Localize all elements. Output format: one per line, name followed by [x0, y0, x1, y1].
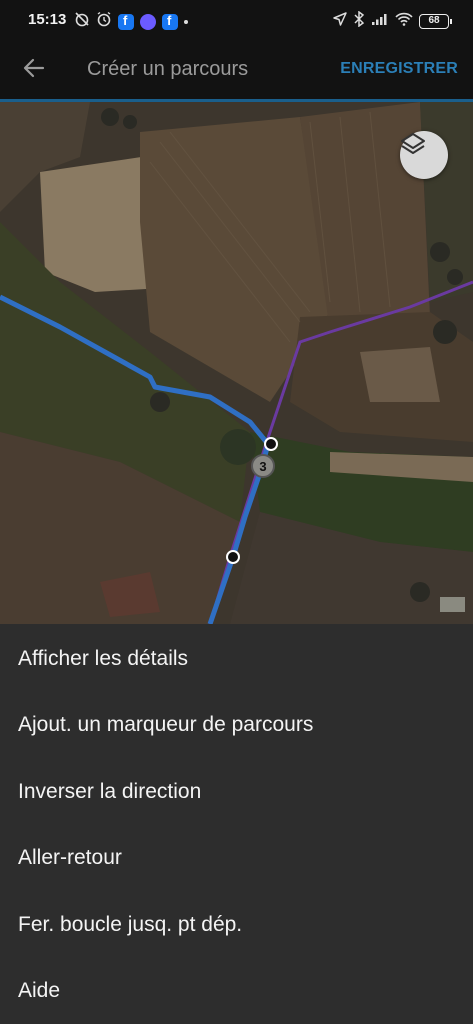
layers-button[interactable]	[400, 131, 448, 179]
page-title: Créer un parcours	[87, 58, 249, 80]
menu-item-show-details[interactable]: Afficher les détails	[0, 626, 473, 692]
save-button[interactable]: ENREGISTRER	[340, 60, 458, 78]
dot-icon	[184, 19, 188, 24]
notification-icons	[74, 11, 188, 32]
menu-item-label: Inverser la direction	[18, 780, 202, 803]
facebook-icon	[162, 13, 178, 30]
alarm-off-icon	[74, 11, 90, 32]
app-bar: Créer un parcours ENREGISTRER	[0, 40, 473, 102]
bluetooth-icon	[353, 10, 365, 32]
waypoint-label: 3	[259, 458, 267, 474]
map-view[interactable]: 3	[0, 102, 473, 624]
menu-item-reverse-direction[interactable]: Inverser la direction	[0, 759, 473, 825]
menu-item-label: Aide	[18, 979, 61, 1002]
menu-item-round-trip[interactable]: Aller-retour	[0, 825, 473, 891]
back-button[interactable]	[14, 52, 54, 88]
wifi-icon	[395, 12, 413, 31]
signal-icon	[371, 12, 389, 31]
menu-item-help[interactable]: Aide	[0, 958, 473, 1024]
messenger-icon	[140, 13, 156, 30]
system-icons: 68	[333, 10, 452, 32]
menu-item-add-marker[interactable]: Ajout. un marqueur de parcours	[0, 692, 473, 758]
menu-item-label: Afficher les détails	[18, 647, 189, 670]
options-menu: Afficher les détails Ajout. un marqueur …	[0, 624, 473, 1024]
waypoint-marker[interactable]: 3	[251, 454, 275, 478]
status-bar: 15:13 68	[0, 0, 473, 40]
status-time: 15:13	[28, 11, 67, 28]
menu-item-label: Ajout. un marqueur de parcours	[18, 713, 314, 736]
facebook-icon	[118, 13, 134, 30]
menu-item-label: Fer. boucle jusq. pt dép.	[18, 913, 243, 936]
menu-item-close-loop[interactable]: Fer. boucle jusq. pt dép.	[0, 892, 473, 958]
satellite-map	[0, 102, 473, 624]
location-icon	[333, 12, 347, 31]
menu-item-label: Aller-retour	[18, 846, 122, 869]
battery-icon: 68	[419, 14, 452, 29]
arrow-back-icon	[23, 57, 45, 84]
alarm-icon	[96, 11, 112, 32]
